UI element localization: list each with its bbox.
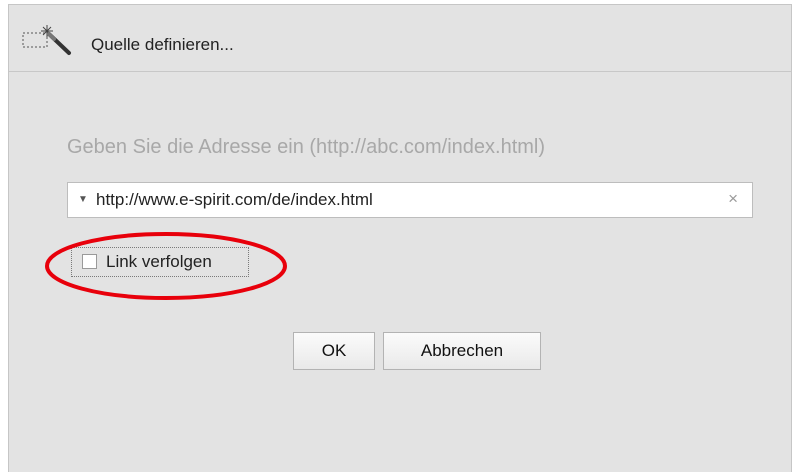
source-dialog: Quelle definieren... Geben Sie die Adres… bbox=[8, 4, 792, 472]
ok-button[interactable]: OK bbox=[293, 332, 375, 370]
clear-icon[interactable]: × bbox=[728, 189, 738, 209]
magic-wand-selection-icon bbox=[21, 23, 87, 59]
follow-link-label[interactable]: Link verfolgen bbox=[106, 252, 212, 272]
dialog-title: Quelle definieren... bbox=[91, 35, 234, 54]
follow-link-checkbox[interactable] bbox=[82, 254, 97, 269]
dropdown-arrow-icon[interactable]: ▼ bbox=[78, 193, 90, 207]
dialog-titlebar: Quelle definieren... bbox=[9, 5, 791, 72]
url-combobox[interactable]: ▼ http://www.e-spirit.com/de/index.html … bbox=[67, 182, 753, 218]
url-input[interactable]: http://www.e-spirit.com/de/index.html bbox=[96, 190, 373, 210]
cancel-button[interactable]: Abbrechen bbox=[383, 332, 541, 370]
follow-link-option[interactable]: Link verfolgen bbox=[71, 247, 249, 277]
address-prompt: Geben Sie die Adresse ein (http://abc.co… bbox=[67, 136, 546, 158]
